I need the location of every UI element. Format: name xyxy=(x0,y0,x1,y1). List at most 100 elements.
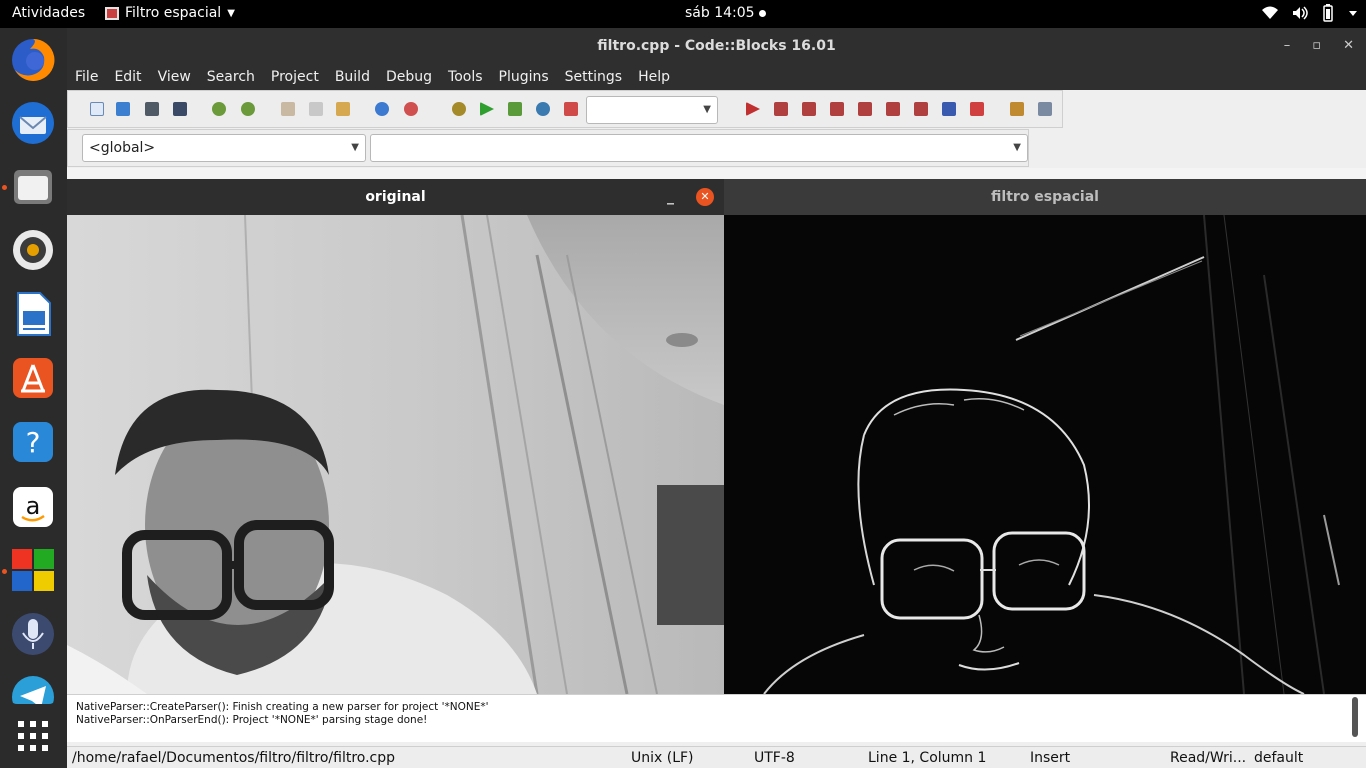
step-out-icon[interactable] xyxy=(858,102,872,116)
files-icon[interactable] xyxy=(9,163,57,211)
battery-icon xyxy=(1323,4,1333,22)
menu-debug[interactable]: Debug xyxy=(386,69,432,85)
system-tray[interactable] xyxy=(1262,4,1358,22)
debug-info-icon[interactable] xyxy=(1038,102,1052,116)
window-titlebar[interactable]: filtro espacial xyxy=(724,179,1366,215)
build-run-icon[interactable] xyxy=(508,102,522,116)
volume-icon xyxy=(1293,6,1308,20)
new-file-icon[interactable] xyxy=(90,102,104,116)
save-all-icon[interactable] xyxy=(173,102,187,116)
run-to-cursor-icon[interactable] xyxy=(774,102,788,116)
undo-icon[interactable] xyxy=(212,102,226,116)
minimize-icon[interactable]: _ xyxy=(667,179,674,215)
wifi-icon xyxy=(1262,6,1278,19)
replace-icon[interactable] xyxy=(404,102,418,116)
filtered-image-window: filtro espacial xyxy=(724,179,1366,694)
activities-button[interactable]: Atividades xyxy=(12,5,85,21)
menu-help[interactable]: Help xyxy=(638,69,670,85)
running-indicator xyxy=(2,569,7,574)
menu-project[interactable]: Project xyxy=(271,69,319,85)
maximize-icon[interactable]: ▫ xyxy=(1312,28,1321,64)
status-access: Read/Wri... xyxy=(1170,750,1247,766)
status-mode: Insert xyxy=(1030,750,1071,766)
log-line: NativeParser::OnParserEnd(): Project '*N… xyxy=(76,714,428,726)
window-title: filtro.cpp - Code::Blocks 16.01 xyxy=(597,38,836,54)
chevron-down-icon: ▼ xyxy=(227,7,235,19)
original-image-window: original _ ✕ xyxy=(67,179,724,694)
codeblocks-icon[interactable] xyxy=(9,546,57,594)
build-log-panel[interactable]: NativeParser::CreateParser(): Finish cre… xyxy=(67,694,1366,742)
notification-dot-icon xyxy=(758,9,766,17)
main-toolbar: ▼ xyxy=(67,90,1063,128)
status-file-path: /home/rafael/Documentos/filtro/filtro/fi… xyxy=(72,750,396,766)
debug-windows-icon[interactable] xyxy=(1010,102,1024,116)
original-image xyxy=(67,215,724,694)
thunderbird-icon[interactable] xyxy=(9,99,57,147)
menu-plugins[interactable]: Plugins xyxy=(499,69,549,85)
status-eol: Unix (LF) xyxy=(631,750,694,766)
copy-icon[interactable] xyxy=(309,102,323,116)
chevron-down-icon: ▼ xyxy=(351,142,359,153)
svg-text:?: ? xyxy=(26,426,41,459)
open-icon[interactable] xyxy=(116,102,130,116)
chevron-down-icon: ▼ xyxy=(1013,142,1021,153)
clock[interactable]: sáb 14:05 xyxy=(685,5,766,21)
next-instruction-icon[interactable] xyxy=(886,102,900,116)
step-into-instruction-icon[interactable] xyxy=(914,102,928,116)
rhythmbox-icon[interactable] xyxy=(9,226,57,274)
status-encoding: UTF-8 xyxy=(754,750,795,766)
menu-bar: File Edit View Search Project Build Debu… xyxy=(67,64,1366,90)
paste-icon[interactable] xyxy=(336,102,350,116)
cut-icon[interactable] xyxy=(281,102,295,116)
window-title: filtro espacial xyxy=(991,189,1099,205)
clock-label: sáb 14:05 xyxy=(685,5,755,21)
build-icon[interactable] xyxy=(452,102,466,116)
menu-build[interactable]: Build xyxy=(335,69,370,85)
software-center-icon[interactable] xyxy=(9,354,57,402)
build-target-select[interactable]: ▼ xyxy=(586,96,718,124)
writer-icon[interactable] xyxy=(9,290,57,338)
telegram-icon[interactable] xyxy=(9,674,57,704)
app-menu[interactable]: Filtro espacial ▼ xyxy=(105,5,235,21)
run-icon[interactable] xyxy=(480,102,494,116)
symbol-select[interactable]: ▼ xyxy=(370,134,1028,162)
status-bar: /home/rafael/Documentos/filtro/filtro/fi… xyxy=(67,746,1366,768)
rebuild-icon[interactable] xyxy=(536,102,550,116)
save-icon[interactable] xyxy=(145,102,159,116)
stop-debugger-icon[interactable] xyxy=(970,102,984,116)
window-titlebar[interactable]: filtro.cpp - Code::Blocks 16.01 – ▫ ✕ xyxy=(67,28,1366,64)
menu-file[interactable]: File xyxy=(75,69,98,85)
voice-recorder-icon[interactable] xyxy=(9,610,57,658)
status-lang: default xyxy=(1254,750,1304,766)
step-into-icon[interactable] xyxy=(830,102,844,116)
menu-search[interactable]: Search xyxy=(207,69,255,85)
svg-text:a: a xyxy=(26,492,41,520)
app-icon xyxy=(105,6,119,20)
help-icon[interactable]: ? xyxy=(9,418,57,466)
amazon-icon[interactable]: a xyxy=(9,483,57,531)
top-bar: Atividades Filtro espacial ▼ sáb 14:05 xyxy=(0,0,1366,28)
close-icon[interactable]: ✕ xyxy=(1343,28,1354,64)
pause-icon[interactable] xyxy=(942,102,956,116)
debug-start-icon[interactable] xyxy=(746,102,760,116)
redo-icon[interactable] xyxy=(241,102,255,116)
minimize-icon[interactable]: – xyxy=(1284,28,1291,64)
menu-tools[interactable]: Tools xyxy=(448,69,483,85)
menu-edit[interactable]: Edit xyxy=(114,69,141,85)
menu-settings[interactable]: Settings xyxy=(565,69,622,85)
close-icon[interactable]: ✕ xyxy=(696,188,714,206)
firefox-icon[interactable] xyxy=(9,36,57,84)
window-titlebar[interactable]: original _ ✕ xyxy=(67,179,724,215)
scope-select[interactable]: <global> ▼ xyxy=(82,134,366,162)
app-menu-label: Filtro espacial xyxy=(125,5,222,21)
show-applications-icon[interactable] xyxy=(9,712,57,760)
find-icon[interactable] xyxy=(375,102,389,116)
abort-icon[interactable] xyxy=(564,102,578,116)
dock: ? a xyxy=(0,28,67,768)
log-scrollbar[interactable] xyxy=(1352,697,1358,737)
log-line: NativeParser::CreateParser(): Finish cre… xyxy=(76,701,489,713)
menu-view[interactable]: View xyxy=(158,69,191,85)
window-title: original xyxy=(365,189,426,205)
code-completion-toolbar: <global> ▼ ▼ xyxy=(67,129,1029,167)
next-line-icon[interactable] xyxy=(802,102,816,116)
